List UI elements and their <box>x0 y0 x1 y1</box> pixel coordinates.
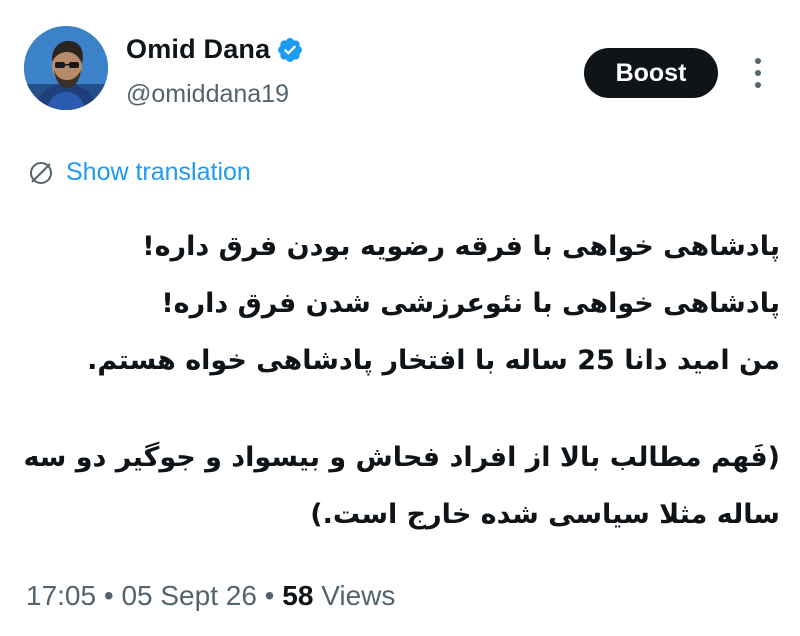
globe-translate-icon <box>30 161 52 184</box>
tweet-text: پادشاهی خواهی با فرقه رضویه بودن فرق دار… <box>23 218 780 543</box>
author-name-row: Omid Dana <box>126 34 304 65</box>
meta-separator: • <box>256 580 283 611</box>
views-label: Views <box>313 580 396 611</box>
tweet-line: (فَهم مطالب بالا از افراد فحاش و بیسواد … <box>23 442 780 473</box>
tweet-time[interactable]: 17:05 <box>26 580 96 611</box>
tweet-line: من امید دانا 25 ساله با افتخار پادشاهی خ… <box>87 345 780 376</box>
verified-badge-icon <box>278 37 303 62</box>
avatar-photo-icon <box>24 26 108 110</box>
avatar[interactable] <box>24 26 108 110</box>
tweet: Omid Dana @omiddana19 Boost Show transla… <box>0 0 800 636</box>
tweet-meta: 17:05 • 05 Sept 26 • 58 Views <box>26 580 395 612</box>
display-name[interactable]: Omid Dana <box>126 34 270 65</box>
show-translation-link[interactable]: Show translation <box>28 158 251 187</box>
tweet-line: پادشاهی خواهی با فرقه رضویه بودن فرق دار… <box>142 231 780 262</box>
meta-separator: • <box>96 580 122 611</box>
show-translation-label: Show translation <box>66 158 251 186</box>
views-count: 58 <box>282 580 314 611</box>
boost-button[interactable]: Boost <box>584 48 718 98</box>
tweet-line: ساله مثلا سیاسی شده خارج است.) <box>310 499 780 530</box>
tweet-date[interactable]: 05 Sept 26 <box>121 580 256 611</box>
tweet-line: پادشاهی خواهی با نئوعرزشی شدن فرق داره! <box>161 288 780 319</box>
author-handle[interactable]: @omiddana19 <box>126 80 289 109</box>
more-vertical-icon[interactable] <box>748 56 768 90</box>
